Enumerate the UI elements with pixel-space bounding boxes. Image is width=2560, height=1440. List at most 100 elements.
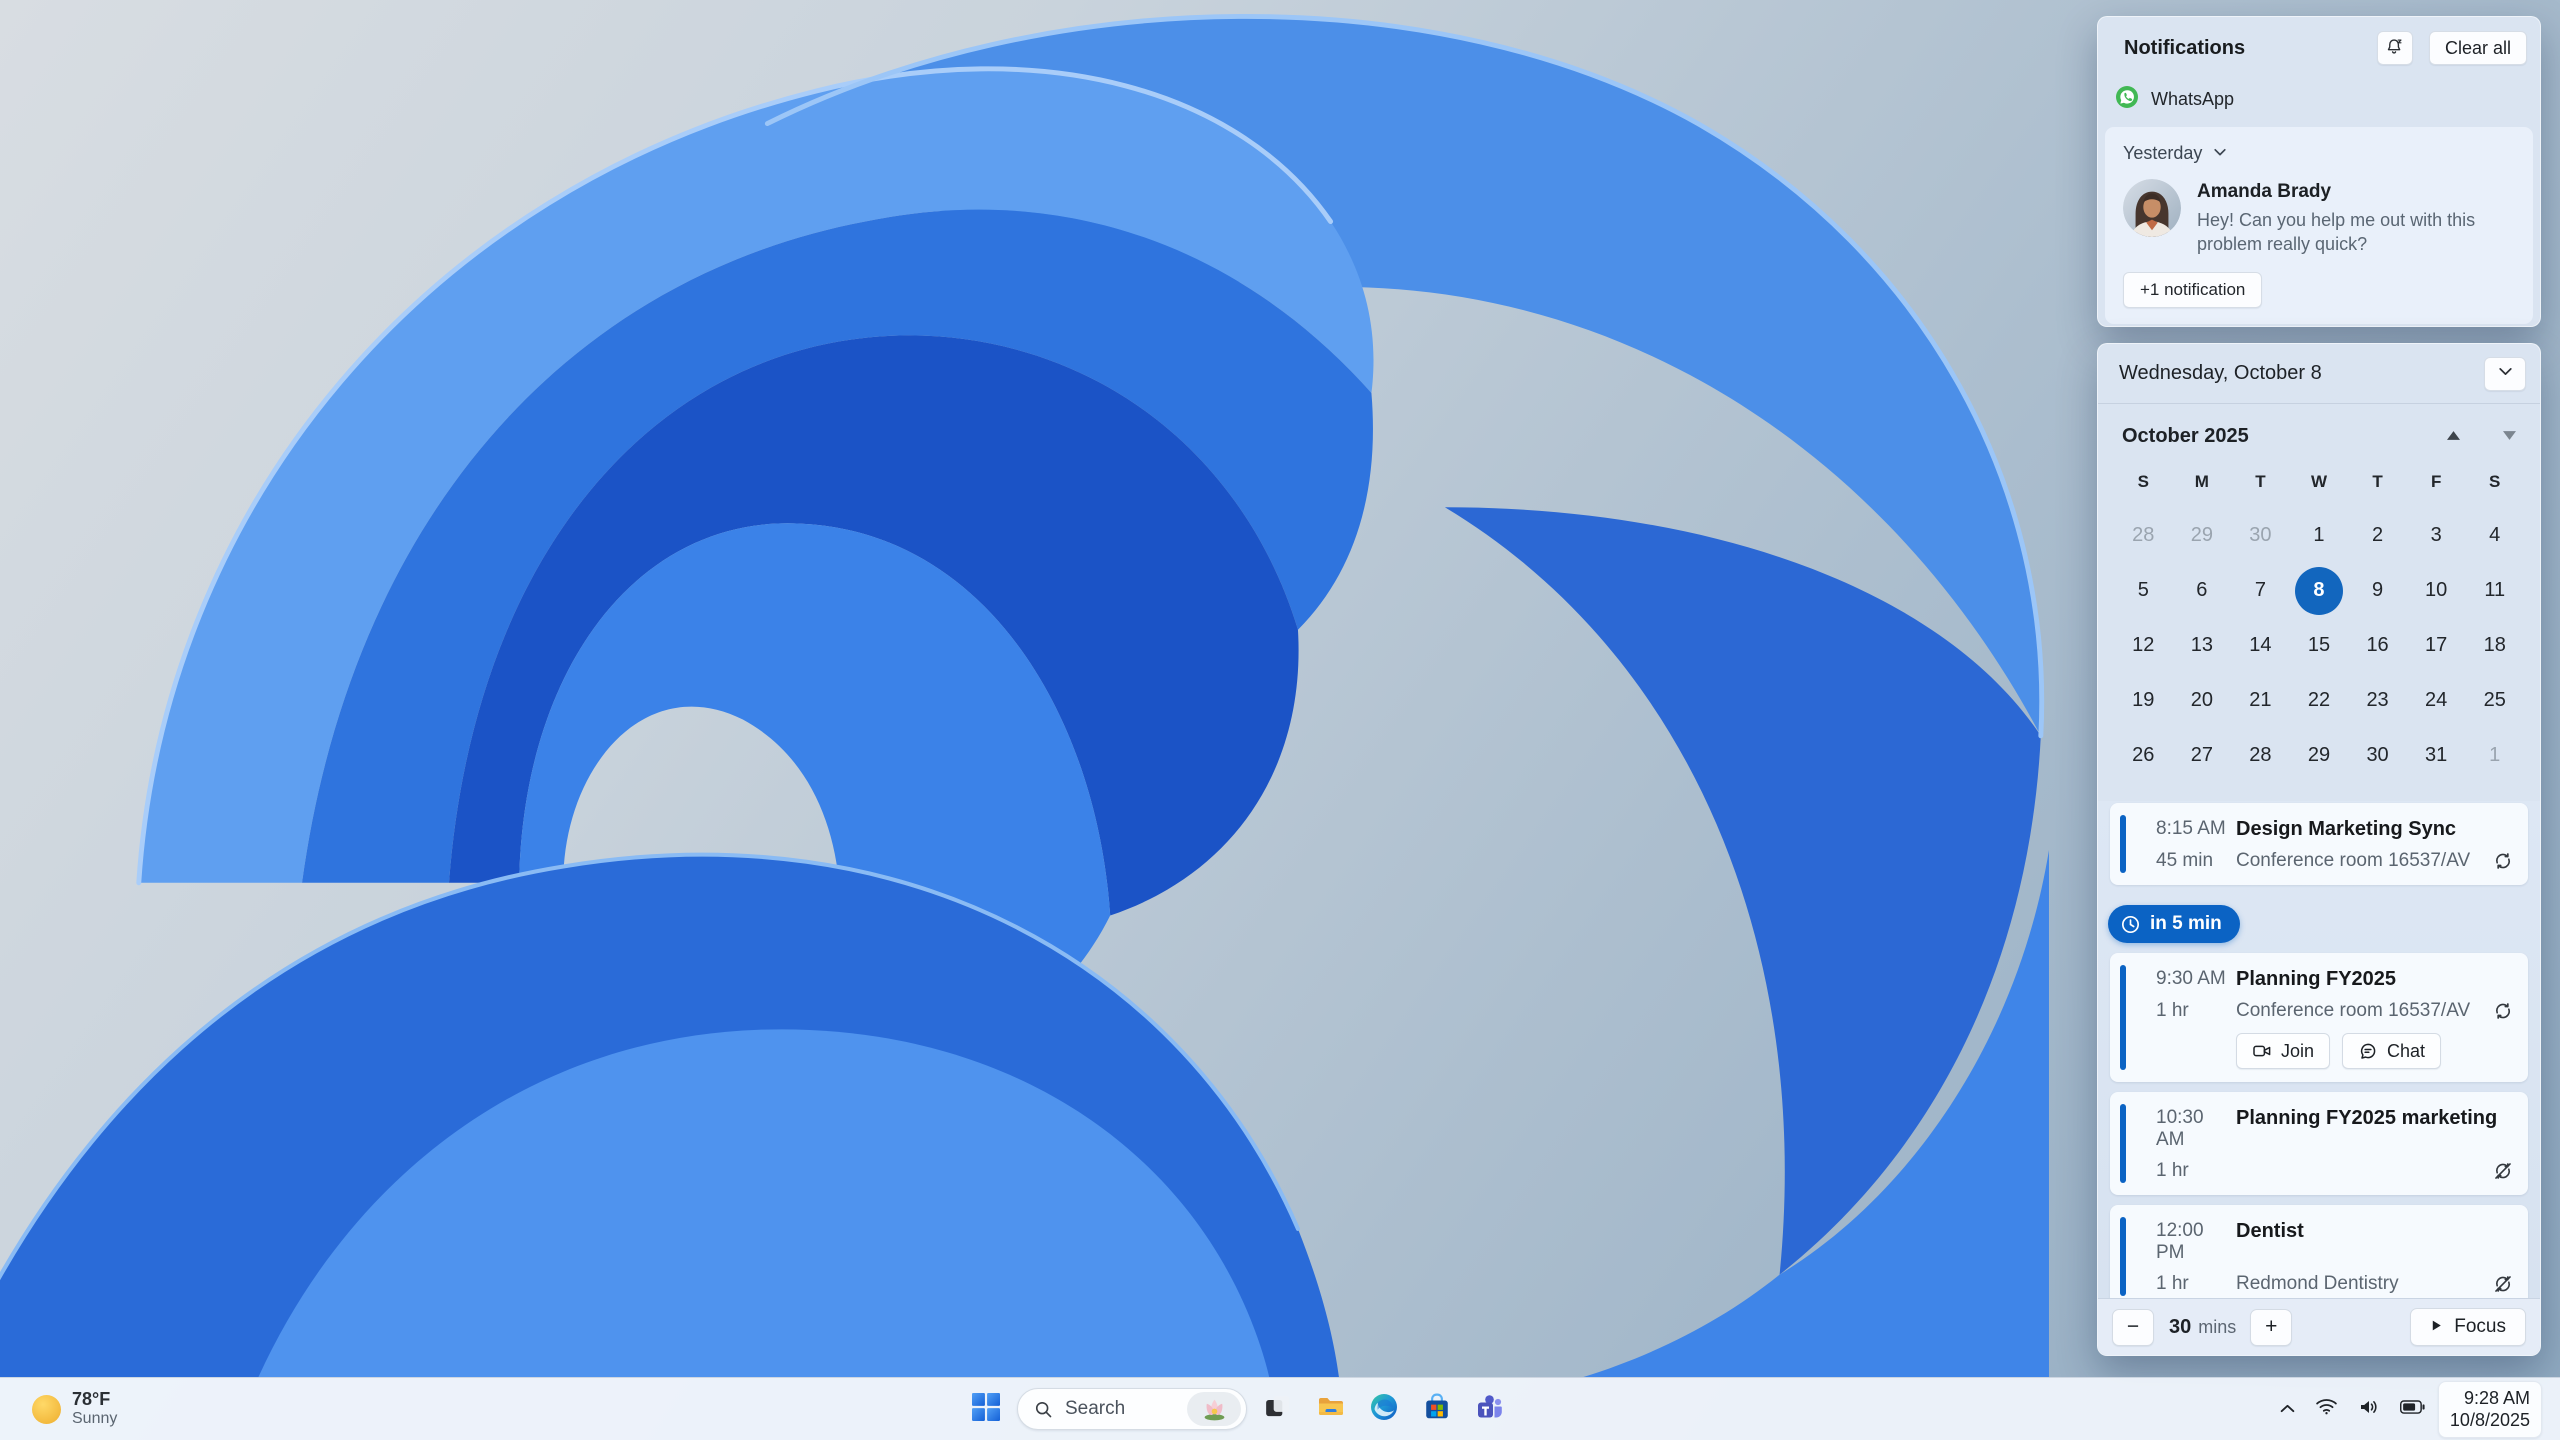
- chevron-up-icon: [2280, 1400, 2295, 1418]
- event-accent-bar: [2120, 815, 2126, 873]
- calendar-day[interactable]: 24: [2407, 673, 2466, 728]
- weather-widget[interactable]: 78°F Sunny: [22, 1378, 127, 1440]
- event-card[interactable]: 8:15 AM Design Marketing Sync 45 min Conf…: [2110, 803, 2528, 885]
- calendar-day[interactable]: 15: [2290, 618, 2349, 673]
- event-location: Conference room 16537/AV: [2236, 1000, 2471, 1021]
- event-time: 12:00 PM: [2156, 1220, 2204, 1263]
- task-view-button[interactable]: [1256, 1387, 1300, 1431]
- calendar-day[interactable]: 1: [2465, 728, 2524, 783]
- calendar-day[interactable]: 4: [2465, 508, 2524, 563]
- focus-bar: − 30 mins + Focus: [2098, 1298, 2540, 1355]
- battery-button[interactable]: [2393, 1387, 2432, 1431]
- calendar-day[interactable]: 6: [2173, 563, 2232, 618]
- task-view-icon: [1264, 1393, 1292, 1426]
- calendar-dow-label: W: [2310, 472, 2328, 491]
- repeat-off-icon: [2492, 1273, 2514, 1295]
- event-location: [2236, 1160, 2478, 1182]
- calendar-day[interactable]: 3: [2407, 508, 2466, 563]
- calendar-day[interactable]: 18: [2465, 618, 2524, 673]
- weather-condition: Sunny: [72, 1410, 118, 1428]
- focus-start-button[interactable]: Focus: [2410, 1308, 2526, 1346]
- action-label: Chat: [2387, 1040, 2426, 1061]
- teams-button[interactable]: [1468, 1387, 1512, 1431]
- calendar-day[interactable]: 7: [2231, 563, 2290, 618]
- calendar-panel: Wednesday, October 8 October 2025 S M T W T F…: [2097, 343, 2541, 1356]
- calendar-day[interactable]: 16: [2348, 618, 2407, 673]
- hidden-icons-button[interactable]: [2273, 1387, 2302, 1431]
- calendar-prev-month-button[interactable]: [2436, 423, 2470, 449]
- volume-button[interactable]: [2351, 1387, 2387, 1431]
- calendar-dow-label: M: [2194, 472, 2209, 491]
- calendar-day[interactable]: 12: [2114, 618, 2173, 673]
- calendar-day[interactable]: 26: [2114, 728, 2173, 783]
- calendar-day[interactable]: 30: [2348, 728, 2407, 783]
- taskbar: 78°F Sunny Search 9:28 AM 10/8/2025: [0, 1377, 2560, 1440]
- start-button[interactable]: [964, 1387, 1008, 1431]
- calendar-day[interactable]: 29: [2173, 508, 2232, 563]
- notification-app-group[interactable]: WhatsApp: [2098, 65, 2540, 114]
- file-explorer-button[interactable]: [1309, 1387, 1353, 1431]
- calendar-day[interactable]: 21: [2231, 673, 2290, 728]
- calendar-day-selected[interactable]: 8: [2290, 563, 2349, 618]
- event-card[interactable]: 9:30 AM Planning FY2025 1 hr Conference r…: [2110, 953, 2528, 1082]
- calendar-day[interactable]: 11: [2465, 563, 2524, 618]
- do-not-disturb-button[interactable]: [2376, 31, 2413, 65]
- event-card[interactable]: 10:30 AM Planning FY2025 marketing 1 hr: [2110, 1092, 2528, 1195]
- calendar-day[interactable]: 1: [2290, 508, 2349, 563]
- clock-date-button[interactable]: 9:28 AM 10/8/2025: [2437, 1380, 2542, 1438]
- notification-app-name: WhatsApp: [2151, 89, 2235, 109]
- calendar-day[interactable]: 25: [2465, 673, 2524, 728]
- reminder-badge[interactable]: in 5 min: [2108, 905, 2240, 943]
- calendar-dow-label: S: [2489, 472, 2501, 491]
- action-label: Join: [2281, 1040, 2315, 1061]
- join-button[interactable]: Join: [2236, 1033, 2331, 1069]
- event-location: Redmond Dentistry: [2236, 1273, 2399, 1294]
- calendar-day[interactable]: 10: [2407, 563, 2466, 618]
- chat-button[interactable]: Chat: [2342, 1033, 2442, 1069]
- repeat-icon: [2492, 850, 2514, 872]
- calendar-day[interactable]: 20: [2173, 673, 2232, 728]
- calendar-header-date: Wednesday, October 8: [2119, 362, 2322, 384]
- event-title: Planning FY2025: [2236, 968, 2397, 990]
- folder-icon: [1317, 1393, 1345, 1426]
- calendar-day[interactable]: 23: [2348, 673, 2407, 728]
- calendar-day[interactable]: 13: [2173, 618, 2232, 673]
- event-duration: 45 min: [2156, 850, 2214, 871]
- event-time: 8:15 AM: [2156, 818, 2226, 839]
- clear-all-button[interactable]: Clear all: [2428, 31, 2527, 65]
- calendar-day[interactable]: 19: [2114, 673, 2173, 728]
- search-input[interactable]: [1065, 1398, 1187, 1420]
- edge-button[interactable]: [1362, 1387, 1406, 1431]
- calendar-month-section: October 2025 SMTWTFS 28 29 30 1 2 3 4 5 6 7 8 9 10 11…: [2098, 404, 2540, 783]
- calendar-day[interactable]: 27: [2173, 728, 2232, 783]
- event-card[interactable]: 12:00 PM Dentist 1 hr Redmond Dentistry: [2110, 1205, 2528, 1298]
- microsoft-store-button[interactable]: [1415, 1387, 1459, 1431]
- calendar-day[interactable]: 30: [2231, 508, 2290, 563]
- calendar-dow-label: S: [2137, 472, 2149, 491]
- more-notifications-button[interactable]: +1 notification: [2123, 271, 2263, 308]
- calendar-day[interactable]: 31: [2407, 728, 2466, 783]
- sun-icon: [32, 1394, 61, 1424]
- calendar-day[interactable]: 28: [2114, 508, 2173, 563]
- taskbar-search[interactable]: [1017, 1388, 1247, 1430]
- notification-group-toggle[interactable]: Yesterday: [2123, 142, 2515, 165]
- chat-icon: [2358, 1041, 2378, 1061]
- focus-decrease-button[interactable]: −: [2112, 1308, 2154, 1346]
- calendar-day[interactable]: 14: [2231, 618, 2290, 673]
- calendar-day[interactable]: 29: [2290, 728, 2349, 783]
- calendar-day[interactable]: 9: [2348, 563, 2407, 618]
- chevron-down-icon: [2212, 142, 2228, 165]
- triangle-up-icon: [2446, 427, 2460, 445]
- calendar-next-month-button[interactable]: [2492, 423, 2526, 449]
- notification-item[interactable]: Amanda Brady Hey! Can you help me out wi…: [2123, 179, 2515, 257]
- calendar-collapse-button[interactable]: [2484, 356, 2526, 391]
- search-highlight-capsule[interactable]: [1187, 1392, 1241, 1426]
- calendar-day[interactable]: 5: [2114, 563, 2173, 618]
- focus-increase-button[interactable]: +: [2250, 1308, 2293, 1346]
- calendar-day[interactable]: 22: [2290, 673, 2349, 728]
- calendar-day[interactable]: 2: [2348, 508, 2407, 563]
- calendar-day[interactable]: 17: [2407, 618, 2466, 673]
- tray-date: 10/8/2025: [2449, 1410, 2530, 1430]
- network-button[interactable]: [2308, 1387, 2345, 1431]
- calendar-day[interactable]: 28: [2231, 728, 2290, 783]
